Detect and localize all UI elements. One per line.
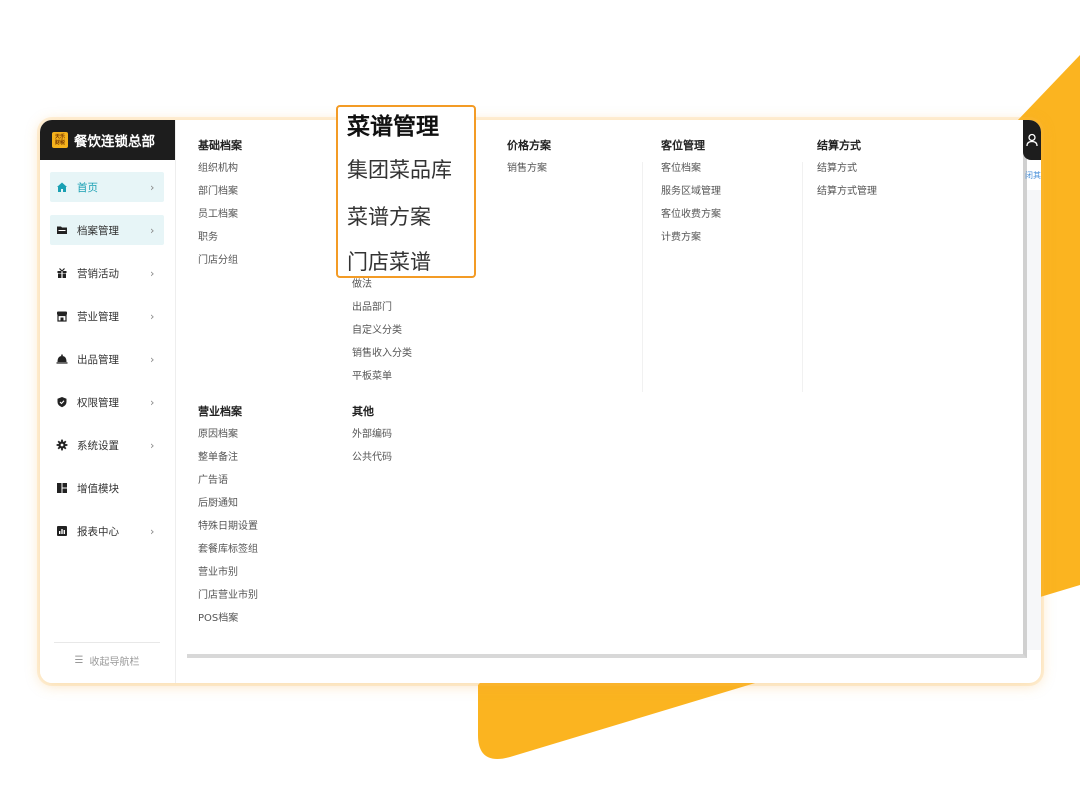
sidebar-item-permissions[interactable]: 权限管理 › <box>50 387 164 417</box>
sidebar-item-label: 报表中心 <box>77 525 119 538</box>
sidebar-item-reports[interactable]: 报表中心 › <box>50 516 164 546</box>
sidebar-item-business[interactable]: 营业管理 › <box>50 301 164 331</box>
menu-item[interactable]: 职务 <box>198 226 242 249</box>
brand-header: 天乐 财税 餐饮连锁总部 <box>40 120 175 160</box>
sidebar-item-marketing[interactable]: 营销活动 › <box>50 258 164 288</box>
sidebar-item-label: 营销活动 <box>77 267 119 280</box>
menu-item[interactable]: 外部编码 <box>352 423 392 446</box>
sidebar-item-label: 营业管理 <box>77 310 119 323</box>
sidebar-item-label: 档案管理 <box>77 224 119 237</box>
gift-icon <box>56 267 68 279</box>
menu-item[interactable]: 销售收入分类 <box>352 342 412 365</box>
page-edge <box>1027 190 1041 650</box>
menu-column-price: 价格方案 销售方案 <box>507 135 551 180</box>
menu-section-title: 客位管理 <box>661 139 705 152</box>
cloche-icon <box>56 353 68 365</box>
menu-item-store-recipe[interactable]: 门店菜谱 <box>347 246 431 276</box>
menu-section-title: 价格方案 <box>507 139 551 152</box>
chevron-right-icon: › <box>150 223 155 237</box>
chevron-right-icon: › <box>150 438 155 452</box>
sidebar-item-addons[interactable]: 增值模块 <box>50 473 164 503</box>
menu-item[interactable]: 整单备注 <box>198 446 258 469</box>
chevron-right-icon: › <box>150 309 155 323</box>
menu-item[interactable]: 客位收费方案 <box>661 203 721 226</box>
gear-icon <box>56 439 68 451</box>
sidebar-item-label: 出品管理 <box>77 353 119 366</box>
menu-item-group-dishes[interactable]: 集团菜品库 <box>347 154 452 184</box>
menu-item-recipe-plan[interactable]: 菜谱方案 <box>347 201 431 231</box>
home-icon <box>56 181 68 193</box>
menu-column-other: 其他 外部编码 公共代码 <box>352 401 392 469</box>
menu-item[interactable]: 特殊日期设置 <box>198 515 258 538</box>
user-icon <box>1026 133 1038 147</box>
collapse-label: 收起导航栏 <box>89 657 140 668</box>
app-window: 天乐 财税 餐饮连锁总部 首页 › 档案管理 › 营销活动 › 营业管理 › 出… <box>40 120 1041 683</box>
chevron-right-icon: › <box>150 352 155 366</box>
chevron-right-icon: › <box>150 395 155 409</box>
tab-close-others[interactable]: 闭其 <box>1025 170 1041 181</box>
menu-item[interactable]: 自定义分类 <box>352 319 412 342</box>
menu-item[interactable]: 原因档案 <box>198 423 258 446</box>
menu-item[interactable]: 广告语 <box>198 469 258 492</box>
menu-item[interactable]: 销售方案 <box>507 157 551 180</box>
sidebar-item-label: 权限管理 <box>77 396 119 409</box>
sidebar-item-label: 系统设置 <box>77 439 119 452</box>
recipe-management-highlight: 菜谱管理 集团菜品库 菜谱方案 门店菜谱 <box>336 105 476 278</box>
menu-column-business: 营业档案 原因档案 整单备注 广告语 后厨通知 特殊日期设置 套餐库标签组 营业… <box>198 401 258 630</box>
menu-collapse-icon: ☰ <box>74 655 84 666</box>
menu-column-basic: 基础档案 组织机构 部门档案 员工档案 职务 门店分组 <box>198 135 242 272</box>
menu-section-title: 基础档案 <box>198 139 242 152</box>
highlight-title: 菜谱管理 <box>347 114 439 140</box>
menu-item[interactable]: 公共代码 <box>352 446 392 469</box>
menu-item[interactable]: 员工档案 <box>198 203 242 226</box>
sidebar-item-settings[interactable]: 系统设置 › <box>50 430 164 460</box>
sidebar: 天乐 财税 餐饮连锁总部 首页 › 档案管理 › 营销活动 › 营业管理 › 出… <box>40 120 176 683</box>
chevron-right-icon: › <box>150 266 155 280</box>
sidebar-item-archives[interactable]: 档案管理 › <box>50 215 164 245</box>
column-divider <box>642 162 643 392</box>
sidebar-item-label: 首页 <box>77 181 98 194</box>
menu-column-seat: 客位管理 客位档案 服务区域管理 客位收费方案 计费方案 <box>661 135 721 249</box>
chevron-right-icon: › <box>150 180 155 194</box>
menu-item[interactable]: 客位档案 <box>661 157 721 180</box>
menu-item[interactable]: 组织机构 <box>198 157 242 180</box>
menu-item[interactable]: 平板菜单 <box>352 365 412 388</box>
menu-item[interactable]: 门店分组 <box>198 249 242 272</box>
menu-column-settle: 结算方式 结算方式 结算方式管理 <box>817 135 877 203</box>
menu-item[interactable]: 结算方式 <box>817 157 877 180</box>
collapse-nav-button[interactable]: ☰ 收起导航栏 <box>54 642 160 668</box>
sidebar-item-production[interactable]: 出品管理 › <box>50 344 164 374</box>
menu-section-title: 结算方式 <box>817 139 861 152</box>
sidebar-item-label: 增值模块 <box>77 482 119 495</box>
folder-icon <box>56 224 68 236</box>
menu-item[interactable]: 套餐库标签组 <box>198 538 258 561</box>
brand-logo: 天乐 财税 <box>52 132 68 148</box>
menu-section-title: 营业档案 <box>198 405 242 418</box>
menu-item[interactable]: 计费方案 <box>661 226 721 249</box>
chart-icon <box>56 525 68 537</box>
column-divider <box>802 162 803 392</box>
menu-item[interactable]: 结算方式管理 <box>817 180 877 203</box>
menu-item[interactable]: 出品部门 <box>352 296 412 319</box>
sidebar-item-home[interactable]: 首页 › <box>50 172 164 202</box>
brand-title: 餐饮连锁总部 <box>74 134 155 150</box>
store-icon <box>56 310 68 322</box>
menu-item[interactable]: 服务区域管理 <box>661 180 721 203</box>
shield-icon <box>56 396 68 408</box>
user-avatar[interactable] <box>1023 120 1041 160</box>
mega-menu-panel: 基础档案 组织机构 部门档案 员工档案 职务 门店分组 做法 出品部门 自定义分… <box>187 120 1027 658</box>
menu-item[interactable]: 门店营业市别 <box>198 584 258 607</box>
chevron-right-icon: › <box>150 524 155 538</box>
menu-item[interactable]: 后厨通知 <box>198 492 258 515</box>
menu-column-recipe-rest: 做法 出品部门 自定义分类 销售收入分类 平板菜单 <box>352 273 412 388</box>
grid-icon <box>56 482 68 494</box>
menu-item[interactable]: 营业市别 <box>198 561 258 584</box>
menu-item[interactable]: POS档案 <box>198 607 258 630</box>
menu-item[interactable]: 部门档案 <box>198 180 242 203</box>
menu-section-title: 其他 <box>352 405 374 418</box>
